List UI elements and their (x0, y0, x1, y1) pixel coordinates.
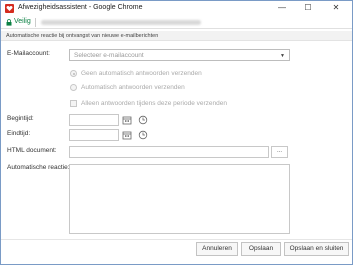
html-document-input[interactable] (69, 146, 269, 158)
footer-divider (1, 239, 352, 240)
radio-auto-reply-label: Automatisch antwoorden verzenden (81, 84, 185, 91)
email-account-label: E-Mailaccount: (7, 50, 50, 57)
email-account-select[interactable]: Selecteer e-mailaccount ▼ (69, 49, 290, 61)
dialog-window: Afwezigheidsassistent - Google Chrome — … (0, 0, 353, 265)
address-divider (35, 18, 36, 27)
app-icon (5, 4, 14, 13)
maximize-button[interactable]: ☐ (297, 1, 319, 15)
clock-icon[interactable] (138, 115, 148, 125)
period-only-label: Alleen antwoorden tijdens deze periode v… (81, 100, 227, 107)
subtitle-text: Automatische reactie bij ontvangst van n… (6, 32, 159, 39)
blurred-url (41, 20, 201, 25)
calendar-icon[interactable] (122, 115, 132, 125)
radio-no-auto-reply[interactable] (70, 70, 77, 77)
minimize-button[interactable]: — (271, 1, 293, 15)
save-button[interactable]: Opslaan (241, 242, 281, 256)
radio-auto-reply[interactable] (70, 84, 77, 91)
address-bar[interactable]: Veilig (1, 16, 352, 29)
window-title: Afwezigheidsassistent - Google Chrome (18, 4, 143, 11)
chevron-down-icon: ▼ (280, 53, 285, 59)
lock-icon (6, 19, 12, 26)
start-date-input[interactable] (69, 114, 119, 126)
period-only-checkbox[interactable] (70, 100, 77, 107)
end-date-input[interactable] (69, 129, 119, 141)
secure-label: Veilig (14, 18, 31, 25)
subtitle-bar: Automatische reactie bij ontvangst van n… (1, 31, 352, 41)
auto-reply-textarea[interactable] (69, 164, 290, 234)
save-and-close-button[interactable]: Opslaan en sluiten (284, 242, 349, 256)
start-time-label: Begintijd: (7, 115, 34, 122)
email-select-placeholder: Selecteer e-mailaccount (74, 52, 144, 59)
radio-no-auto-reply-label: Geen automatisch antwoorden verzenden (81, 70, 202, 77)
close-button[interactable]: ✕ (325, 1, 347, 15)
cancel-button[interactable]: Annuleren (196, 242, 238, 256)
auto-reply-label: Automatische reactie: (7, 164, 70, 171)
browse-button[interactable]: ... (271, 146, 288, 158)
clock-icon[interactable] (138, 130, 148, 140)
calendar-icon[interactable] (122, 130, 132, 140)
end-time-label: Eindtijd: (7, 130, 31, 137)
html-document-label: HTML document: (7, 147, 57, 154)
title-bar: Afwezigheidsassistent - Google Chrome — … (1, 1, 352, 15)
